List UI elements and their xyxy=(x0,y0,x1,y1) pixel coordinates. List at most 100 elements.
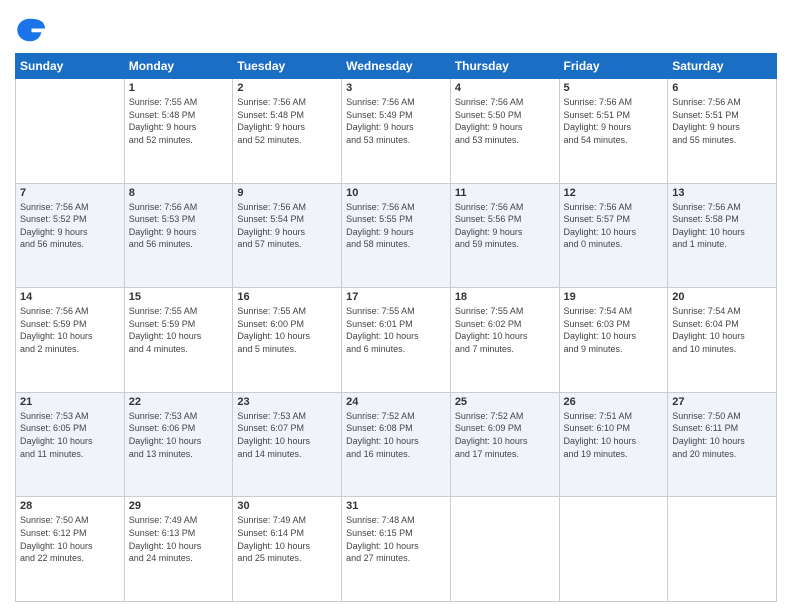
calendar-cell: 20Sunrise: 7:54 AM Sunset: 6:04 PM Dayli… xyxy=(668,288,777,393)
calendar-cell: 26 Sunrise: 7:51 AM Sunset: 6:10 PM Dayli… xyxy=(559,392,668,497)
calendar-cell: 4 Sunrise: 7:56 AM Sunset: 5:50 PM Daylig… xyxy=(450,79,559,184)
calendar-cell: 1 Sunrise: 7:55 AM Sunset: 5:48 PM Daylig… xyxy=(124,79,233,184)
calendar-table: SundayMondayTuesdayWednesdayThursdayFrid… xyxy=(15,53,777,602)
calendar-cell: 15Sunrise: 7:55 AM Sunset: 5:59 PM Dayli… xyxy=(124,288,233,393)
day-info: Sunrise: 7:56 AM Sunset: 5:55 PM Dayligh… xyxy=(346,201,446,251)
day-info: Sunrise: 7:54 AM Sunset: 6:04 PM Dayligh… xyxy=(672,305,772,355)
calendar-cell: 5 Sunrise: 7:56 AM Sunset: 5:51 PM Daylig… xyxy=(559,79,668,184)
day-info: Sunrise: 7:49 AM Sunset: 6:13 PM Dayligh… xyxy=(129,514,229,564)
calendar-cell xyxy=(16,79,125,184)
day-info: Sunrise: 7:53 AM Sunset: 6:05 PM Dayligh… xyxy=(20,410,120,460)
column-header-wednesday: Wednesday xyxy=(342,54,451,79)
day-number: 31 xyxy=(346,500,446,512)
calendar-cell: 29 Sunrise: 7:49 AM Sunset: 6:13 PM Dayli… xyxy=(124,497,233,602)
column-header-saturday: Saturday xyxy=(668,54,777,79)
day-info: Sunrise: 7:52 AM Sunset: 6:09 PM Dayligh… xyxy=(455,410,555,460)
calendar-cell xyxy=(450,497,559,602)
calendar-cell: 24Sunrise: 7:52 AM Sunset: 6:08 PM Dayli… xyxy=(342,392,451,497)
calendar-cell: 11Sunrise: 7:56 AM Sunset: 5:56 PM Dayli… xyxy=(450,183,559,288)
day-number: 16 xyxy=(237,291,337,303)
day-number: 11 xyxy=(455,187,555,199)
calendar-cell: 6 Sunrise: 7:56 AM Sunset: 5:51 PM Daylig… xyxy=(668,79,777,184)
week-row-5: 28 Sunrise: 7:50 AM Sunset: 6:12 PM Dayli… xyxy=(16,497,777,602)
calendar-cell: 21 Sunrise: 7:53 AM Sunset: 6:05 PM Dayli… xyxy=(16,392,125,497)
logo-icon xyxy=(15,15,45,45)
day-number: 1 xyxy=(129,82,229,94)
day-number: 6 xyxy=(672,82,772,94)
day-number: 2 xyxy=(237,82,337,94)
day-number: 14 xyxy=(20,291,120,303)
day-info: Sunrise: 7:56 AM Sunset: 5:57 PM Dayligh… xyxy=(564,201,664,251)
calendar-cell: 30Sunrise: 7:49 AM Sunset: 6:14 PM Dayli… xyxy=(233,497,342,602)
column-header-tuesday: Tuesday xyxy=(233,54,342,79)
page: SundayMondayTuesdayWednesdayThursdayFrid… xyxy=(0,0,792,612)
logo xyxy=(15,15,50,45)
day-number: 10 xyxy=(346,187,446,199)
day-info: Sunrise: 7:53 AM Sunset: 6:07 PM Dayligh… xyxy=(237,410,337,460)
day-info: Sunrise: 7:56 AM Sunset: 5:50 PM Dayligh… xyxy=(455,96,555,146)
calendar-cell: 12 Sunrise: 7:56 AM Sunset: 5:57 PM Dayli… xyxy=(559,183,668,288)
day-number: 15 xyxy=(129,291,229,303)
day-number: 9 xyxy=(237,187,337,199)
week-row-4: 21 Sunrise: 7:53 AM Sunset: 6:05 PM Dayli… xyxy=(16,392,777,497)
header xyxy=(15,15,777,45)
day-info: Sunrise: 7:56 AM Sunset: 5:48 PM Dayligh… xyxy=(237,96,337,146)
day-info: Sunrise: 7:54 AM Sunset: 6:03 PM Dayligh… xyxy=(564,305,664,355)
day-info: Sunrise: 7:50 AM Sunset: 6:12 PM Dayligh… xyxy=(20,514,120,564)
calendar-cell: 22 Sunrise: 7:53 AM Sunset: 6:06 PM Dayli… xyxy=(124,392,233,497)
day-info: Sunrise: 7:56 AM Sunset: 5:51 PM Dayligh… xyxy=(672,96,772,146)
calendar-cell: 17 Sunrise: 7:55 AM Sunset: 6:01 PM Dayli… xyxy=(342,288,451,393)
day-number: 25 xyxy=(455,396,555,408)
day-number: 22 xyxy=(129,396,229,408)
week-row-3: 14 Sunrise: 7:56 AM Sunset: 5:59 PM Dayli… xyxy=(16,288,777,393)
day-info: Sunrise: 7:55 AM Sunset: 6:01 PM Dayligh… xyxy=(346,305,446,355)
day-info: Sunrise: 7:50 AM Sunset: 6:11 PM Dayligh… xyxy=(672,410,772,460)
week-row-2: 7 Sunrise: 7:56 AM Sunset: 5:52 PM Daylig… xyxy=(16,183,777,288)
day-info: Sunrise: 7:55 AM Sunset: 6:02 PM Dayligh… xyxy=(455,305,555,355)
calendar-cell: 25 Sunrise: 7:52 AM Sunset: 6:09 PM Dayli… xyxy=(450,392,559,497)
day-number: 29 xyxy=(129,500,229,512)
day-info: Sunrise: 7:52 AM Sunset: 6:08 PM Dayligh… xyxy=(346,410,446,460)
calendar-cell: 3 Sunrise: 7:56 AM Sunset: 5:49 PM Daylig… xyxy=(342,79,451,184)
day-number: 12 xyxy=(564,187,664,199)
day-number: 30 xyxy=(237,500,337,512)
day-info: Sunrise: 7:51 AM Sunset: 6:10 PM Dayligh… xyxy=(564,410,664,460)
calendar-cell: 8Sunrise: 7:56 AM Sunset: 5:53 PM Daylig… xyxy=(124,183,233,288)
day-number: 5 xyxy=(564,82,664,94)
day-info: Sunrise: 7:53 AM Sunset: 6:06 PM Dayligh… xyxy=(129,410,229,460)
day-info: Sunrise: 7:56 AM Sunset: 5:52 PM Dayligh… xyxy=(20,201,120,251)
week-row-1: 1 Sunrise: 7:55 AM Sunset: 5:48 PM Daylig… xyxy=(16,79,777,184)
calendar-cell: 13Sunrise: 7:56 AM Sunset: 5:58 PM Dayli… xyxy=(668,183,777,288)
day-number: 21 xyxy=(20,396,120,408)
day-info: Sunrise: 7:56 AM Sunset: 5:49 PM Dayligh… xyxy=(346,96,446,146)
day-info: Sunrise: 7:56 AM Sunset: 5:53 PM Dayligh… xyxy=(129,201,229,251)
day-number: 4 xyxy=(455,82,555,94)
calendar-cell: 10 Sunrise: 7:56 AM Sunset: 5:55 PM Dayli… xyxy=(342,183,451,288)
calendar-cell: 7 Sunrise: 7:56 AM Sunset: 5:52 PM Daylig… xyxy=(16,183,125,288)
day-number: 3 xyxy=(346,82,446,94)
calendar-cell: 23 Sunrise: 7:53 AM Sunset: 6:07 PM Dayli… xyxy=(233,392,342,497)
day-number: 23 xyxy=(237,396,337,408)
day-number: 27 xyxy=(672,396,772,408)
day-number: 17 xyxy=(346,291,446,303)
day-info: Sunrise: 7:56 AM Sunset: 5:58 PM Dayligh… xyxy=(672,201,772,251)
calendar-cell xyxy=(559,497,668,602)
day-number: 7 xyxy=(20,187,120,199)
day-info: Sunrise: 7:56 AM Sunset: 5:59 PM Dayligh… xyxy=(20,305,120,355)
calendar-cell: 31Sunrise: 7:48 AM Sunset: 6:15 PM Dayli… xyxy=(342,497,451,602)
day-number: 19 xyxy=(564,291,664,303)
calendar-cell: 16 Sunrise: 7:55 AM Sunset: 6:00 PM Dayli… xyxy=(233,288,342,393)
day-number: 28 xyxy=(20,500,120,512)
calendar-cell: 28 Sunrise: 7:50 AM Sunset: 6:12 PM Dayli… xyxy=(16,497,125,602)
day-number: 26 xyxy=(564,396,664,408)
calendar-cell: 2 Sunrise: 7:56 AM Sunset: 5:48 PM Daylig… xyxy=(233,79,342,184)
day-info: Sunrise: 7:56 AM Sunset: 5:54 PM Dayligh… xyxy=(237,201,337,251)
calendar-cell xyxy=(668,497,777,602)
day-info: Sunrise: 7:56 AM Sunset: 5:51 PM Dayligh… xyxy=(564,96,664,146)
column-header-monday: Monday xyxy=(124,54,233,79)
calendar-cell: 19 Sunrise: 7:54 AM Sunset: 6:03 PM Dayli… xyxy=(559,288,668,393)
calendar-header-row: SundayMondayTuesdayWednesdayThursdayFrid… xyxy=(16,54,777,79)
day-info: Sunrise: 7:55 AM Sunset: 5:48 PM Dayligh… xyxy=(129,96,229,146)
day-info: Sunrise: 7:55 AM Sunset: 6:00 PM Dayligh… xyxy=(237,305,337,355)
day-number: 18 xyxy=(455,291,555,303)
